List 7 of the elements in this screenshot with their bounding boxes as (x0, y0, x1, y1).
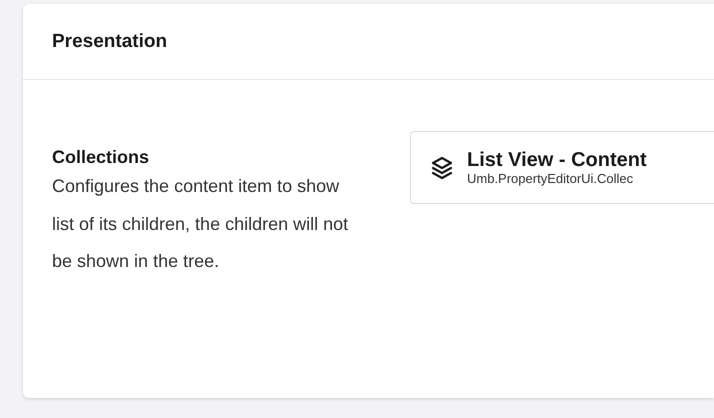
collection-card[interactable]: List View - Content Umb.PropertyEditorUi.Collec (410, 131, 714, 204)
layers-icon (431, 156, 453, 180)
property-label: Collections (52, 147, 150, 168)
property-description: Configures the content item to show list of its children, the children will not be shown in the tree. (52, 175, 350, 273)
item-alias: Umb.PropertyEditorUi.Collec (467, 171, 634, 186)
panel-title: Presentation (52, 30, 168, 52)
item-name: List View - Content (467, 149, 647, 171)
